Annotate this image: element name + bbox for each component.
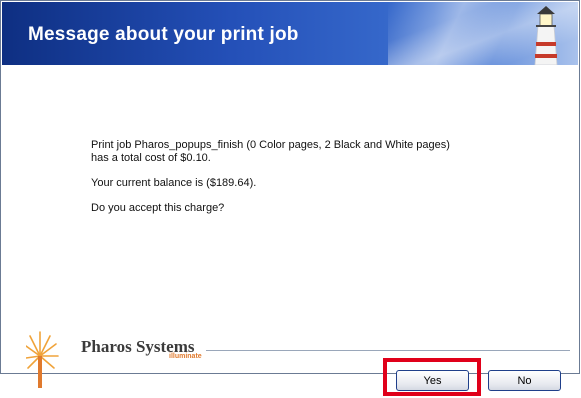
company-tagline: illuminate <box>169 353 202 360</box>
highlight-box <box>383 358 481 396</box>
dialog-banner: Message about your print job <box>2 2 578 65</box>
dialog-title: Message about your print job <box>28 24 299 45</box>
question-text: Do you accept this charge? <box>91 202 225 214</box>
footer-divider <box>206 350 570 351</box>
print-job-dialog: Message about your print job Print job P… <box>0 0 580 388</box>
cost-text-line2: has a total cost of $0.10. <box>91 152 211 164</box>
lighthouse-icon <box>534 6 558 65</box>
message-body: Print job Pharos_popups_finish (0 Color … <box>91 139 491 227</box>
no-button[interactable]: No <box>488 370 561 391</box>
pharos-sunburst-icon <box>26 331 59 388</box>
cost-text-line1: Print job Pharos_popups_finish (0 Color … <box>91 139 450 151</box>
balance-text: Your current balance is ($189.64). <box>91 177 257 189</box>
